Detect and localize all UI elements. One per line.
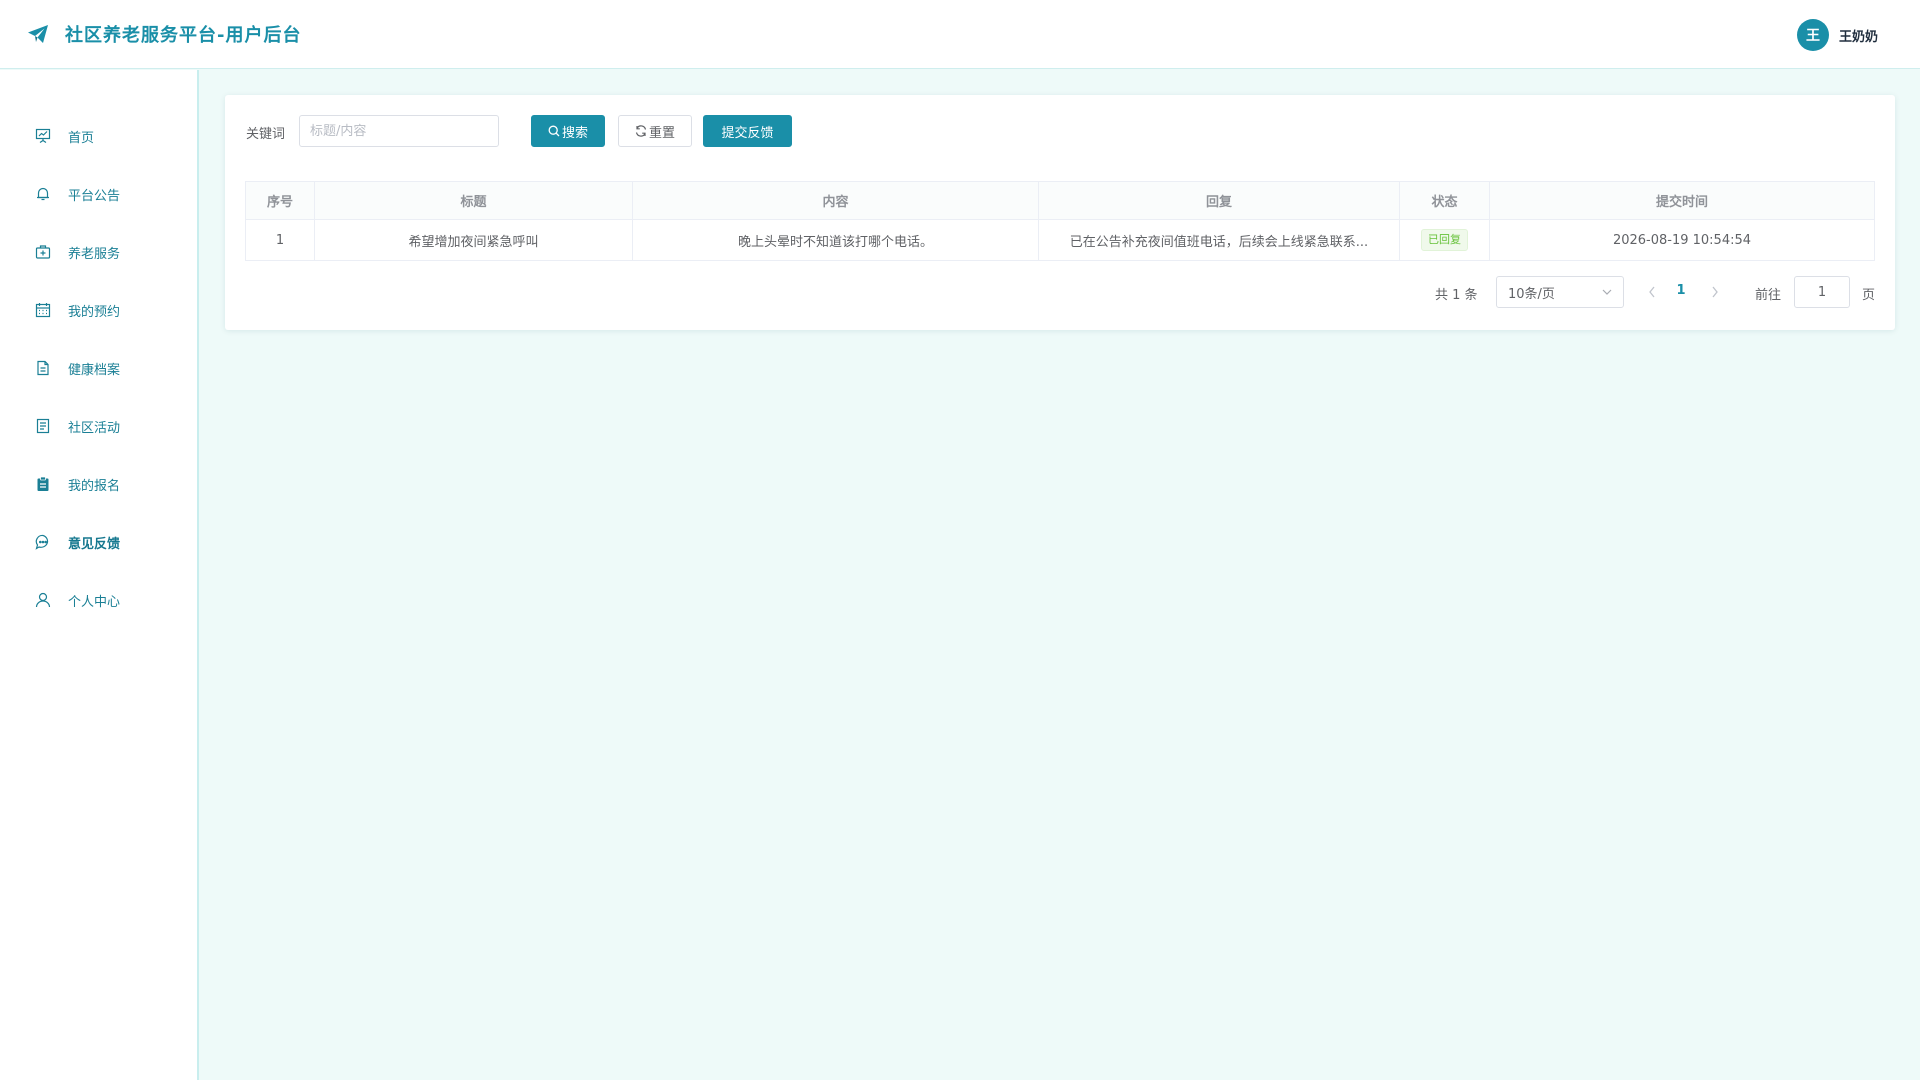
document-icon: [34, 359, 52, 377]
cell-reply: 已在公告补充夜间值班电话，后续会上线紧急联系...: [1039, 220, 1400, 260]
column-header-status: 状态: [1400, 182, 1490, 219]
reset-button[interactable]: 重置: [618, 115, 692, 147]
user-name[interactable]: 王奶奶: [1839, 26, 1878, 45]
list-document-icon: [34, 417, 52, 435]
submit-feedback-button[interactable]: 提交反馈: [703, 115, 792, 147]
refresh-icon: [635, 125, 647, 137]
page-suffix-label: 页: [1862, 288, 1876, 303]
paper-plane-icon: [26, 22, 50, 46]
chevron-left-icon: [1649, 286, 1655, 298]
sidebar-item-label: 我的报名: [68, 479, 121, 494]
search-button[interactable]: 搜索: [531, 115, 605, 147]
reset-button-label: 重置: [648, 125, 675, 141]
app-title: 社区养老服务平台-用户后台: [65, 25, 302, 46]
sidebar-item-health-records[interactable]: 健康档案: [0, 348, 197, 388]
sidebar-item-home[interactable]: 首页: [0, 116, 197, 156]
first-aid-kit-icon: [34, 243, 52, 261]
column-header-reply: 回复: [1039, 182, 1400, 219]
prev-page-button[interactable]: [1647, 285, 1657, 303]
avatar[interactable]: 王: [1796, 19, 1829, 51]
keyword-label: 关键词: [246, 127, 286, 142]
sidebar-item-label: 我的预约: [68, 305, 121, 320]
page-number-current[interactable]: 1: [1673, 283, 1689, 298]
table-header-row: 序号 标题 内容 回复 状态 提交时间: [246, 182, 1874, 220]
cell-submitted-at: 2026-08-19 10:54:54: [1612, 232, 1752, 248]
chevron-right-icon: [1712, 286, 1718, 298]
column-header-index: 序号: [246, 182, 315, 219]
page-size-select[interactable]: 10条/页: [1496, 276, 1624, 308]
column-header-submitted-at: 提交时间: [1655, 195, 1708, 210]
calendar-icon: [34, 301, 52, 319]
user-menu[interactable]: 王 王奶奶: [1796, 19, 1878, 51]
column-header-content: 内容: [633, 182, 1039, 219]
sidebar-item-label: 社区活动: [68, 421, 121, 436]
bell-icon: [34, 185, 52, 203]
status-badge: 已回复: [1421, 229, 1468, 251]
sidebar-item-elder-services[interactable]: 养老服务: [0, 232, 197, 272]
chart-board-icon: [34, 127, 52, 145]
table-row[interactable]: 1 希望增加夜间紧急呼叫 晚上头晕时不知道该打哪个电话。 已在公告补充夜间值班电…: [246, 220, 1874, 260]
search-button-label: 搜索: [561, 125, 588, 141]
user-icon: [34, 591, 52, 609]
sidebar-item-feedback[interactable]: 意见反馈: [0, 522, 197, 562]
sidebar-item-community-events[interactable]: 社区活动: [0, 406, 197, 446]
submit-feedback-label: 提交反馈: [721, 125, 774, 141]
sidebar-item-announcements[interactable]: 平台公告: [0, 174, 197, 214]
sidebar-item-label: 首页: [68, 131, 95, 146]
top-header: 社区养老服务平台-用户后台 王 王奶奶: [0, 0, 1920, 69]
chat-bubble-icon: [34, 533, 52, 551]
sidebar-item-label: 养老服务: [68, 247, 121, 262]
sidebar-item-label: 个人中心: [68, 595, 121, 610]
feedback-panel: 关键词 搜索 重置 提交反馈 序号 标题 内容 回复 状态 提交时间: [225, 95, 1895, 330]
cell-reply-text: 已在公告补充夜间值班电话，后续会上线紧急联系...: [1069, 234, 1369, 250]
sidebar: 首页 平台公告 养老服务 我的预约 健康档案 社区活动 我的报名 意见反馈 个人…: [0, 70, 199, 1080]
sidebar-item-my-appointments[interactable]: 我的预约: [0, 290, 197, 330]
sidebar-item-label: 平台公告: [68, 189, 121, 204]
cell-content: 晚上头晕时不知道该打哪个电话。: [633, 220, 1039, 260]
goto-label: 前往: [1755, 288, 1782, 303]
cell-index: 1: [246, 220, 315, 260]
cell-status: 已回复: [1400, 220, 1490, 260]
chevron-down-icon: [1601, 285, 1613, 303]
page-size-value: 10条/页: [1508, 286, 1555, 302]
column-header-title: 标题: [315, 182, 633, 219]
brand[interactable]: 社区养老服务平台-用户后台: [26, 21, 301, 47]
pagination: 共 1 条 10条/页 1 前往 页: [1435, 276, 1875, 308]
next-page-button[interactable]: [1710, 285, 1720, 303]
goto-page-input[interactable]: [1794, 276, 1850, 308]
keyword-search-input[interactable]: [299, 115, 499, 147]
clipboard-icon: [34, 475, 52, 493]
sidebar-item-my-registrations[interactable]: 我的报名: [0, 464, 197, 504]
feedback-table: 序号 标题 内容 回复 状态 提交时间 1 希望增加夜间紧急呼叫 晚上头晕时不知…: [245, 181, 1875, 261]
cell-title: 希望增加夜间紧急呼叫: [315, 220, 633, 260]
search-icon: [548, 125, 560, 137]
sidebar-item-label: 意见反馈: [68, 537, 121, 552]
sidebar-item-profile[interactable]: 个人中心: [0, 580, 197, 620]
sidebar-item-label: 健康档案: [68, 363, 121, 378]
pagination-total: 共 1 条: [1435, 288, 1478, 303]
